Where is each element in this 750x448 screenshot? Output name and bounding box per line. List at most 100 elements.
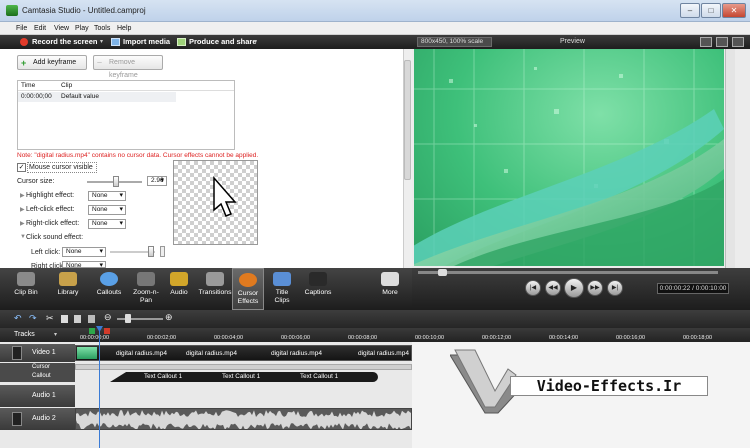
mouse-cursor-visible-checkbox[interactable]: ✓	[17, 163, 26, 172]
timeline-zoom-thumb[interactable]	[125, 314, 131, 323]
play-button[interactable]: ▶	[564, 278, 584, 298]
video-clip[interactable]: digital radius.mp4 digital radius.mp4 di…	[75, 345, 412, 361]
audio2-track-lock-icon[interactable]	[12, 412, 22, 426]
minimize-button[interactable]: –	[680, 3, 700, 18]
zoom-in-icon[interactable]: ⊕	[165, 312, 173, 323]
menu-play[interactable]: Play	[75, 25, 89, 32]
clip-label: digital radius.mp4	[186, 350, 237, 357]
redo-icon[interactable]: ↷	[29, 313, 37, 324]
tab-label: Clips	[274, 297, 290, 304]
table-header: Time Clip	[18, 81, 234, 91]
chevron-down-icon[interactable]: ▾	[100, 38, 103, 45]
tab-transitions[interactable]: Transitions	[196, 268, 234, 310]
in-marker[interactable]	[89, 328, 95, 334]
seek-thumb[interactable]	[438, 269, 447, 276]
left-click-effect-select[interactable]: None	[88, 205, 126, 215]
chevron-down-icon[interactable]: ▾	[254, 38, 257, 45]
tab-cursor-effects[interactable]: Cursor Effects	[232, 268, 264, 310]
browse-sound-button[interactable]	[160, 246, 165, 257]
previous-clip-button[interactable]: |◀	[525, 280, 541, 296]
cursor-size-value[interactable]: 2.96	[147, 176, 167, 186]
tab-audio[interactable]: Audio	[166, 268, 192, 310]
fullscreen-icon[interactable]	[716, 37, 728, 47]
more-icon	[381, 272, 399, 286]
rewind-button[interactable]: ◀◀	[545, 280, 561, 296]
callout-label: Text Callout 1	[222, 373, 261, 380]
ruler-tick-label: 00:00:04;00	[214, 335, 244, 341]
zoom-select[interactable]: 800x450, 100% scale	[417, 37, 492, 47]
left-click-effect-label: Left-click effect:	[26, 206, 75, 213]
right-click-effect-label: Right-click effect:	[26, 220, 80, 227]
tab-label: Pan	[139, 297, 153, 304]
video-preview-canvas	[414, 49, 724, 266]
split-icon[interactable]	[88, 315, 95, 323]
video-track-lock-icon[interactable]	[12, 346, 22, 360]
table-row[interactable]: 0:00:00;00 Default value	[18, 92, 176, 102]
tab-title-clips[interactable]: Title Clips	[268, 268, 296, 310]
panel-scrollbar-thumb[interactable]	[404, 60, 411, 180]
menu-edit[interactable]: Edit	[34, 25, 46, 32]
fast-forward-button[interactable]: ▶▶	[587, 280, 603, 296]
audio1-track-header[interactable]: Audio 1	[0, 385, 75, 407]
tab-more[interactable]: More	[370, 268, 410, 310]
highlight-effect-select[interactable]: None	[88, 191, 126, 201]
digital-radius-frame	[414, 49, 724, 266]
out-marker[interactable]	[104, 328, 110, 334]
playhead[interactable]	[99, 328, 100, 448]
tab-captions[interactable]: Captions	[303, 268, 333, 310]
seek-bar[interactable]	[418, 271, 718, 274]
tab-callouts[interactable]: Callouts	[91, 268, 127, 310]
undo-icon[interactable]: ↶	[14, 313, 22, 324]
keyframe-clip: Default value	[61, 93, 99, 100]
produce-share-button[interactable]: Produce and share	[189, 37, 257, 46]
expand-triangle-icon[interactable]: ▶	[20, 192, 25, 199]
clip-thumbnail	[77, 347, 97, 359]
cursor-track-header[interactable]: Cursor	[0, 363, 75, 372]
remove-keyframe-button[interactable]: – Remove keyframe	[93, 55, 163, 79]
right-click-effect-select[interactable]: None	[88, 219, 126, 229]
audio-clip[interactable]	[75, 408, 412, 430]
timeline-zoom-slider[interactable]	[117, 318, 163, 320]
cut-icon[interactable]: ✂	[46, 313, 54, 324]
record-screen-button[interactable]: Record the screen	[32, 37, 97, 46]
transitions-icon	[206, 272, 224, 286]
menu-file[interactable]: File	[16, 25, 27, 32]
callout-track-header[interactable]: Callout	[0, 372, 75, 382]
sound-right-click-select[interactable]: None	[62, 261, 106, 268]
zoom-out-icon[interactable]: ⊖	[104, 312, 112, 323]
menu-help[interactable]: Help	[117, 25, 131, 32]
copy-icon[interactable]	[61, 315, 68, 323]
audio1-track-label: Audio 1	[32, 392, 56, 399]
tab-label: Callouts	[96, 289, 122, 296]
paste-icon[interactable]	[74, 315, 81, 323]
cursor-track-label: Cursor	[32, 364, 51, 370]
maximize-preview-icon[interactable]	[732, 37, 744, 47]
tab-label: Clip Bin	[14, 289, 38, 296]
sound-left-volume-thumb[interactable]	[148, 246, 154, 257]
tab-library[interactable]: Library	[53, 268, 83, 310]
callouts-icon	[100, 272, 118, 286]
menu-tools[interactable]: Tools	[94, 25, 110, 32]
tracks-menu-chevron-icon[interactable]: ▾	[54, 331, 57, 338]
preview-scrollbar[interactable]	[725, 49, 735, 268]
detach-preview-icon[interactable]	[700, 37, 712, 47]
callout-clip[interactable]: Text Callout 1 Text Callout 1 Text Callo…	[110, 372, 378, 382]
import-media-button[interactable]: Import media	[123, 37, 170, 46]
next-clip-button[interactable]: ▶|	[607, 280, 623, 296]
camtasia-app-icon	[6, 5, 18, 16]
sound-left-click-select[interactable]: None	[62, 247, 106, 257]
zoom-n-pan-icon	[137, 272, 155, 286]
cursor-size-slider-thumb[interactable]	[113, 176, 119, 187]
tab-clip-bin[interactable]: Clip Bin	[9, 268, 43, 310]
expand-triangle-icon[interactable]: ▶	[20, 206, 25, 213]
tab-label: Cursor	[237, 290, 259, 297]
menu-view[interactable]: View	[54, 25, 69, 32]
cursor-track-lane[interactable]	[75, 364, 412, 370]
expand-triangle-icon[interactable]: ▶	[20, 220, 25, 227]
add-keyframe-button[interactable]: + Add keyframe	[17, 55, 87, 70]
tab-label: Transitions	[198, 289, 232, 296]
tab-zoom-n-pan[interactable]: Zoom-n- Pan	[129, 268, 163, 310]
close-button[interactable]: ✕	[722, 3, 746, 18]
maximize-button[interactable]: □	[701, 3, 721, 18]
library-icon	[59, 272, 77, 286]
